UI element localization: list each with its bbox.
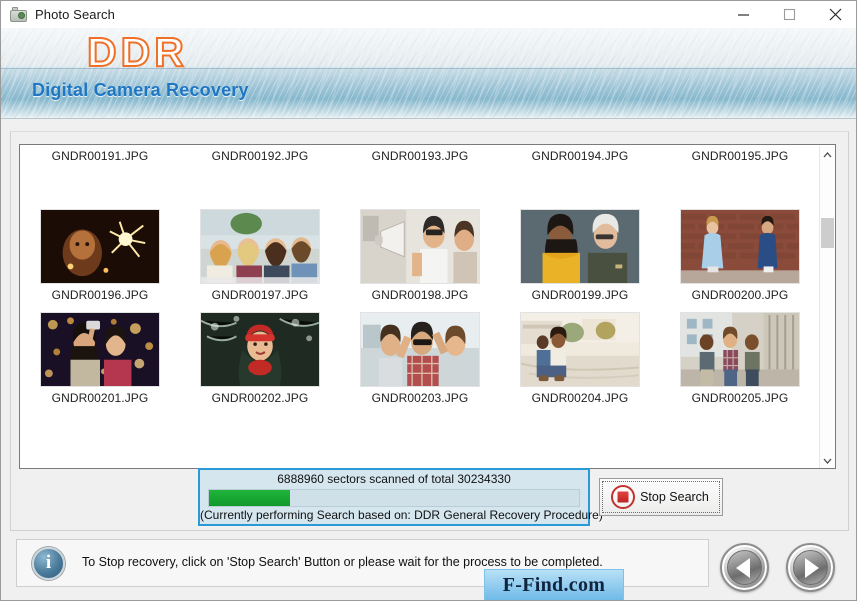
file-label-top: GNDR00194.JPG — [500, 149, 660, 163]
file-name: GNDR00204.JPG — [531, 391, 629, 405]
file-name: GNDR00199.JPG — [531, 288, 629, 302]
photo-item[interactable]: GNDR00198.JPG — [340, 209, 500, 302]
previous-arrow-icon — [727, 550, 762, 585]
file-name: GNDR00197.JPG — [211, 288, 309, 302]
photo-item[interactable]: GNDR00196.JPG — [20, 209, 180, 302]
scrollbar-thumb[interactable] — [821, 218, 834, 248]
scan-progress-panel: 6888960 sectors scanned of total 3023433… — [198, 468, 603, 526]
stop-icon — [611, 485, 635, 509]
current-operation-label: (Currently performing Search based on: D… — [200, 508, 603, 522]
next-arrow-icon — [793, 550, 828, 585]
photo-item[interactable]: GNDR00201.JPG — [20, 312, 180, 405]
file-name: GNDR00193.JPG — [371, 149, 469, 163]
photo-item[interactable]: GNDR00197.JPG — [180, 209, 340, 302]
sectors-scanned-label: 6888960 sectors scanned of total 3023433… — [277, 472, 511, 486]
file-grid: GNDR00191.JPG GNDR00192.JPG GNDR00193.JPG G… — [20, 145, 821, 468]
photo-thumbnail[interactable] — [360, 312, 480, 387]
info-message: To Stop recovery, click on 'Stop Search'… — [82, 555, 603, 569]
photo-thumbnail[interactable] — [40, 312, 160, 387]
maximize-button[interactable] — [766, 1, 812, 28]
file-name: GNDR00198.JPG — [371, 288, 469, 302]
file-name: GNDR00194.JPG — [531, 149, 629, 163]
file-list-panel[interactable]: GNDR00191.JPG GNDR00192.JPG GNDR00193.JPG G… — [19, 144, 836, 469]
photo-thumbnail[interactable] — [680, 312, 800, 387]
close-button[interactable] — [812, 1, 856, 28]
file-name: GNDR00205.JPG — [691, 391, 789, 405]
banner-bottom-border — [1, 118, 856, 119]
photo-item[interactable]: GNDR00204.JPG — [500, 312, 660, 405]
photo-item[interactable]: GNDR00200.JPG — [660, 209, 820, 302]
photo-search-window: Photo Search DDR Digital Camera Recovery… — [0, 0, 857, 601]
watermark: F-Find.com — [484, 569, 624, 600]
scroll-down-button[interactable] — [820, 452, 835, 468]
file-name: GNDR00192.JPG — [211, 149, 309, 163]
file-name: GNDR00196.JPG — [51, 288, 149, 302]
photo-thumbnail[interactable] — [520, 209, 640, 284]
photo-thumbnail[interactable] — [520, 312, 640, 387]
file-name: GNDR00195.JPG — [691, 149, 789, 163]
file-label-top: GNDR00191.JPG — [20, 149, 180, 163]
file-name: GNDR00201.JPG — [51, 391, 149, 405]
photo-item[interactable]: GNDR00199.JPG — [500, 209, 660, 302]
watermark-text: F-Find.com — [502, 574, 606, 596]
photo-item[interactable]: GNDR00203.JPG — [340, 312, 500, 405]
title-bar: Photo Search — [1, 1, 856, 28]
ddr-logo: DDR — [86, 28, 188, 76]
photo-item[interactable]: GNDR00202.JPG — [180, 312, 340, 405]
scroll-up-button[interactable] — [820, 146, 835, 163]
window-controls — [720, 1, 856, 28]
progress-bar-fill — [209, 490, 291, 506]
minimize-button[interactable] — [720, 1, 766, 28]
file-label-top: GNDR00193.JPG — [340, 149, 500, 163]
photo-thumbnail[interactable] — [40, 209, 160, 284]
previous-button[interactable] — [720, 543, 769, 592]
camera-icon — [10, 7, 27, 22]
file-label-top: GNDR00192.JPG — [180, 149, 340, 163]
photo-thumbnail[interactable] — [360, 209, 480, 284]
file-name: GNDR00191.JPG — [51, 149, 149, 163]
stop-search-button[interactable]: Stop Search — [599, 478, 723, 516]
photo-item[interactable]: GNDR00205.JPG — [660, 312, 820, 405]
banner-subtitle: Digital Camera Recovery — [32, 80, 249, 100]
vertical-scrollbar[interactable] — [819, 146, 835, 468]
photo-thumbnail[interactable] — [680, 209, 800, 284]
info-icon: i — [32, 547, 65, 580]
window-title: Photo Search — [35, 7, 115, 22]
progress-bar — [208, 489, 580, 507]
photo-thumbnail[interactable] — [200, 209, 320, 284]
file-label-top: GNDR00195.JPG — [660, 149, 820, 163]
file-name: GNDR00200.JPG — [691, 288, 789, 302]
photo-thumbnail[interactable] — [200, 312, 320, 387]
file-name: GNDR00202.JPG — [211, 391, 309, 405]
file-name: GNDR00203.JPG — [371, 391, 469, 405]
next-button[interactable] — [786, 543, 835, 592]
